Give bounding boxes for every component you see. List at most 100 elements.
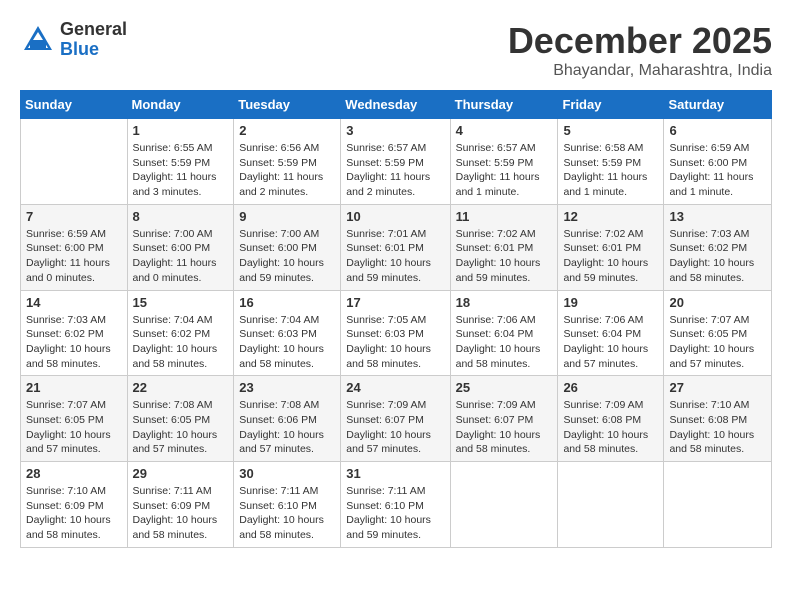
day-info: Sunrise: 6:56 AMSunset: 5:59 PMDaylight:… [239,141,335,200]
page-header: General Blue December 2025 Bhayandar, Ma… [20,20,772,80]
column-header-wednesday: Wednesday [341,91,450,119]
calendar-cell: 30 Sunrise: 7:11 AMSunset: 6:10 PMDayligh… [234,462,341,548]
day-number: 6 [669,123,766,138]
day-info: Sunrise: 7:06 AMSunset: 6:04 PMDaylight:… [456,313,553,372]
day-info: Sunrise: 7:08 AMSunset: 6:06 PMDaylight:… [239,398,335,457]
day-info: Sunrise: 6:59 AMSunset: 6:00 PMDaylight:… [669,141,766,200]
day-number: 13 [669,209,766,224]
day-number: 7 [26,209,122,224]
day-number: 30 [239,466,335,481]
calendar-cell: 6 Sunrise: 6:59 AMSunset: 6:00 PMDaylight… [664,119,772,205]
day-info: Sunrise: 7:07 AMSunset: 6:05 PMDaylight:… [669,313,766,372]
logo-icon [20,22,56,58]
week-row-2: 7 Sunrise: 6:59 AMSunset: 6:00 PMDaylight… [21,204,772,290]
month-title: December 2025 [508,20,772,62]
day-info: Sunrise: 7:11 AMSunset: 6:10 PMDaylight:… [346,484,444,543]
calendar-cell: 11Sunrise: 7:02 AMSunset: 6:01 PMDayligh… [450,204,558,290]
calendar-cell: 27 Sunrise: 7:10 AMSunset: 6:08 PMDayligh… [664,376,772,462]
day-info: Sunrise: 7:09 AMSunset: 6:08 PMDaylight:… [563,398,658,457]
day-info: Sunrise: 6:58 AMSunset: 5:59 PMDaylight:… [563,141,658,200]
calendar-cell [450,462,558,548]
calendar-cell: 10 Sunrise: 7:01 AMSunset: 6:01 PMDayligh… [341,204,450,290]
day-number: 18 [456,295,553,310]
day-info: Sunrise: 7:07 AMSunset: 6:05 PMDaylight:… [26,398,122,457]
day-info: Sunrise: 7:03 AMSunset: 6:02 PMDaylight:… [26,313,122,372]
calendar-cell [664,462,772,548]
day-info: Sunrise: 7:03 AMSunset: 6:02 PMDaylight:… [669,227,766,286]
week-row-3: 14 Sunrise: 7:03 AMSunset: 6:02 PMDayligh… [21,290,772,376]
day-number: 19 [563,295,658,310]
day-info: Sunrise: 7:11 AMSunset: 6:09 PMDaylight:… [133,484,229,543]
day-number: 10 [346,209,444,224]
day-info: Sunrise: 6:57 AMSunset: 5:59 PMDaylight:… [456,141,553,200]
calendar-cell: 2 Sunrise: 6:56 AMSunset: 5:59 PMDaylight… [234,119,341,205]
day-info: Sunrise: 7:10 AMSunset: 6:09 PMDaylight:… [26,484,122,543]
day-number: 28 [26,466,122,481]
day-info: Sunrise: 7:08 AMSunset: 6:05 PMDaylight:… [133,398,229,457]
day-info: Sunrise: 7:09 AMSunset: 6:07 PMDaylight:… [346,398,444,457]
day-info: Sunrise: 7:00 AMSunset: 6:00 PMDaylight:… [239,227,335,286]
column-header-monday: Monday [127,91,234,119]
day-number: 12 [563,209,658,224]
day-info: Sunrise: 7:05 AMSunset: 6:03 PMDaylight:… [346,313,444,372]
day-number: 4 [456,123,553,138]
calendar-cell: 24Sunrise: 7:09 AMSunset: 6:07 PMDayligh… [341,376,450,462]
calendar-cell: 3Sunrise: 6:57 AMSunset: 5:59 PMDaylight… [341,119,450,205]
logo-blue-text: Blue [60,40,127,60]
day-number: 27 [669,380,766,395]
day-info: Sunrise: 7:02 AMSunset: 6:01 PMDaylight:… [563,227,658,286]
calendar-cell: 4 Sunrise: 6:57 AMSunset: 5:59 PMDaylight… [450,119,558,205]
calendar-cell: 16Sunrise: 7:04 AMSunset: 6:03 PMDayligh… [234,290,341,376]
title-block: December 2025 Bhayandar, Maharashtra, In… [508,20,772,80]
day-number: 14 [26,295,122,310]
day-number: 31 [346,466,444,481]
day-number: 2 [239,123,335,138]
day-info: Sunrise: 7:09 AMSunset: 6:07 PMDaylight:… [456,398,553,457]
day-number: 1 [133,123,229,138]
calendar-cell: 19 Sunrise: 7:06 AMSunset: 6:04 PMDayligh… [558,290,664,376]
day-info: Sunrise: 6:59 AMSunset: 6:00 PMDaylight:… [26,227,122,286]
calendar-cell: 5 Sunrise: 6:58 AMSunset: 5:59 PMDaylight… [558,119,664,205]
calendar-cell: 15Sunrise: 7:04 AMSunset: 6:02 PMDayligh… [127,290,234,376]
day-number: 5 [563,123,658,138]
column-header-sunday: Sunday [21,91,128,119]
week-row-4: 21Sunrise: 7:07 AMSunset: 6:05 PMDayligh… [21,376,772,462]
calendar-cell: 31 Sunrise: 7:11 AMSunset: 6:10 PMDayligh… [341,462,450,548]
calendar-cell: 22 Sunrise: 7:08 AMSunset: 6:05 PMDayligh… [127,376,234,462]
calendar-cell: 8Sunrise: 7:00 AMSunset: 6:00 PMDaylight… [127,204,234,290]
day-info: Sunrise: 6:55 AMSunset: 5:59 PMDaylight:… [133,141,229,200]
calendar-cell: 29 Sunrise: 7:11 AMSunset: 6:09 PMDayligh… [127,462,234,548]
day-number: 29 [133,466,229,481]
column-header-friday: Friday [558,91,664,119]
day-number: 26 [563,380,658,395]
calendar-cell: 12 Sunrise: 7:02 AMSunset: 6:01 PMDayligh… [558,204,664,290]
column-header-thursday: Thursday [450,91,558,119]
day-number: 15 [133,295,229,310]
calendar-cell: 21Sunrise: 7:07 AMSunset: 6:05 PMDayligh… [21,376,128,462]
day-number: 23 [239,380,335,395]
day-number: 22 [133,380,229,395]
day-number: 9 [239,209,335,224]
day-info: Sunrise: 7:04 AMSunset: 6:03 PMDaylight:… [239,313,335,372]
calendar-cell: 18 Sunrise: 7:06 AMSunset: 6:04 PMDayligh… [450,290,558,376]
calendar-cell [21,119,128,205]
day-info: Sunrise: 6:57 AMSunset: 5:59 PMDaylight:… [346,141,444,200]
calendar-cell [558,462,664,548]
calendar-cell: 28 Sunrise: 7:10 AMSunset: 6:09 PMDayligh… [21,462,128,548]
calendar-cell: 17 Sunrise: 7:05 AMSunset: 6:03 PMDayligh… [341,290,450,376]
day-info: Sunrise: 7:06 AMSunset: 6:04 PMDaylight:… [563,313,658,372]
week-row-5: 28 Sunrise: 7:10 AMSunset: 6:09 PMDayligh… [21,462,772,548]
calendar-table: SundayMondayTuesdayWednesdayThursdayFrid… [20,90,772,548]
column-header-saturday: Saturday [664,91,772,119]
calendar-cell: 14 Sunrise: 7:03 AMSunset: 6:02 PMDayligh… [21,290,128,376]
day-info: Sunrise: 7:11 AMSunset: 6:10 PMDaylight:… [239,484,335,543]
day-info: Sunrise: 7:01 AMSunset: 6:01 PMDaylight:… [346,227,444,286]
day-number: 17 [346,295,444,310]
calendar-cell: 9 Sunrise: 7:00 AMSunset: 6:00 PMDaylight… [234,204,341,290]
location: Bhayandar, Maharashtra, India [508,62,772,80]
day-number: 25 [456,380,553,395]
header-row: SundayMondayTuesdayWednesdayThursdayFrid… [21,91,772,119]
day-info: Sunrise: 7:10 AMSunset: 6:08 PMDaylight:… [669,398,766,457]
logo: General Blue [20,20,127,60]
calendar-cell: 20Sunrise: 7:07 AMSunset: 6:05 PMDayligh… [664,290,772,376]
